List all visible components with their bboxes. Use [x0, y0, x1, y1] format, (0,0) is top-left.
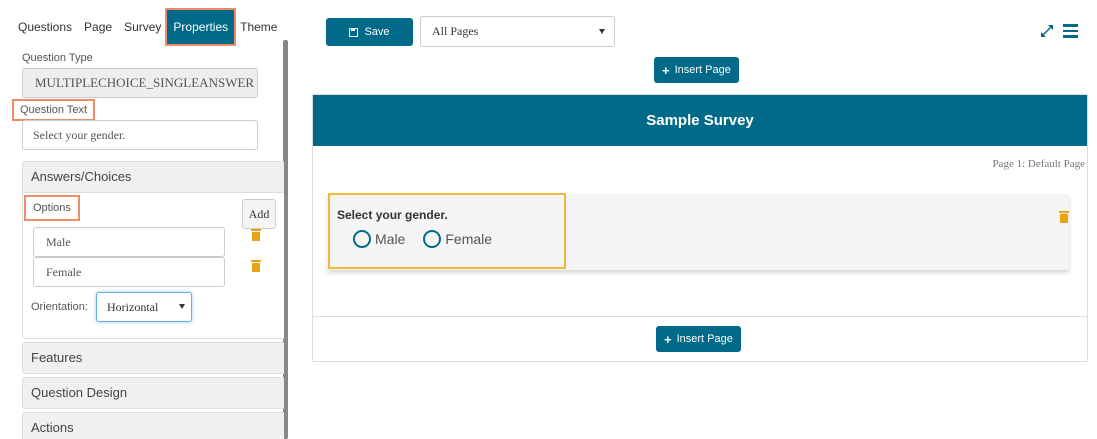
- question-type-field: MULTIPLECHOICE_SINGLEANSWER: [22, 68, 258, 98]
- answers-choices-header[interactable]: Answers/Choices: [23, 162, 284, 192]
- choice-label-male[interactable]: Male: [375, 231, 405, 247]
- plus-icon: +: [664, 331, 672, 347]
- add-option-button[interactable]: Add: [242, 199, 276, 229]
- properties-panel: Questions Page Survey Properties Theme Q…: [0, 0, 292, 439]
- pages-select[interactable]: All Pages: [420, 16, 615, 47]
- insert-page-button-top[interactable]: + Insert Page: [654, 57, 739, 83]
- properties-scroll-area: Question Type MULTIPLECHOICE_SINGLEANSWE…: [12, 46, 284, 439]
- question-design-section[interactable]: Question Design: [22, 377, 284, 409]
- chevron-down-icon: [179, 304, 185, 309]
- insert-page-label: Insert Page: [676, 333, 733, 345]
- chevron-down-icon: [599, 29, 605, 34]
- option-input-female[interactable]: Female: [33, 257, 225, 287]
- plus-icon: +: [662, 62, 670, 78]
- insert-page-button-bottom[interactable]: + Insert Page: [656, 326, 741, 352]
- orientation-value: Horizontal: [107, 300, 159, 314]
- divider: [313, 316, 1087, 317]
- radio-icon[interactable]: [423, 230, 442, 248]
- save-icon: [349, 27, 359, 37]
- insert-page-label: Insert Page: [674, 64, 731, 76]
- radio-icon[interactable]: [353, 230, 371, 248]
- tab-questions[interactable]: Questions: [12, 10, 78, 44]
- pages-select-value: All Pages: [432, 24, 479, 38]
- answers-choices-body: Options Add Male Female Orientation: Hor…: [23, 192, 284, 338]
- question-text: Select your gender.: [337, 208, 448, 222]
- save-button[interactable]: Save: [326, 18, 413, 46]
- features-section[interactable]: Features: [22, 342, 284, 374]
- orientation-label: Orientation:: [31, 301, 88, 313]
- survey-title[interactable]: Sample Survey: [313, 95, 1087, 146]
- trash-icon[interactable]: [251, 260, 261, 272]
- question-text-label: Question Text: [12, 99, 96, 121]
- actions-header[interactable]: Actions: [23, 413, 284, 439]
- tab-properties[interactable]: Properties: [165, 8, 237, 46]
- page-label: Page 1: Default Page: [992, 158, 1085, 170]
- actions-section[interactable]: Actions: [22, 412, 284, 439]
- choice-label-female[interactable]: Female: [445, 231, 492, 247]
- trash-icon[interactable]: [1059, 211, 1069, 223]
- expand-icon[interactable]: [1040, 24, 1054, 38]
- survey-canvas: Sample Survey Page 1: Default Page Selec…: [312, 94, 1088, 362]
- tab-theme[interactable]: Theme: [234, 10, 283, 44]
- tab-page[interactable]: Page: [78, 10, 118, 44]
- answers-choices-section: Answers/Choices Options Add Male Female …: [22, 161, 284, 339]
- question-type-label: Question Type: [22, 52, 93, 64]
- tab-survey[interactable]: Survey: [118, 10, 167, 44]
- question-card[interactable]: Select your gender. Male Female: [327, 193, 1069, 270]
- save-label: Save: [364, 26, 390, 38]
- options-label: Options: [24, 195, 80, 221]
- menu-icon[interactable]: [1063, 24, 1078, 38]
- features-header[interactable]: Features: [23, 343, 284, 373]
- question-design-header[interactable]: Question Design: [23, 378, 284, 408]
- orientation-select[interactable]: Horizontal: [96, 292, 192, 322]
- question-text-input[interactable]: Select your gender.: [22, 120, 258, 150]
- choice-row: Male Female: [353, 230, 510, 248]
- option-input-male[interactable]: Male: [33, 227, 225, 257]
- panel-tabs: Questions Page Survey Properties Theme: [12, 8, 283, 46]
- trash-icon[interactable]: [251, 229, 261, 241]
